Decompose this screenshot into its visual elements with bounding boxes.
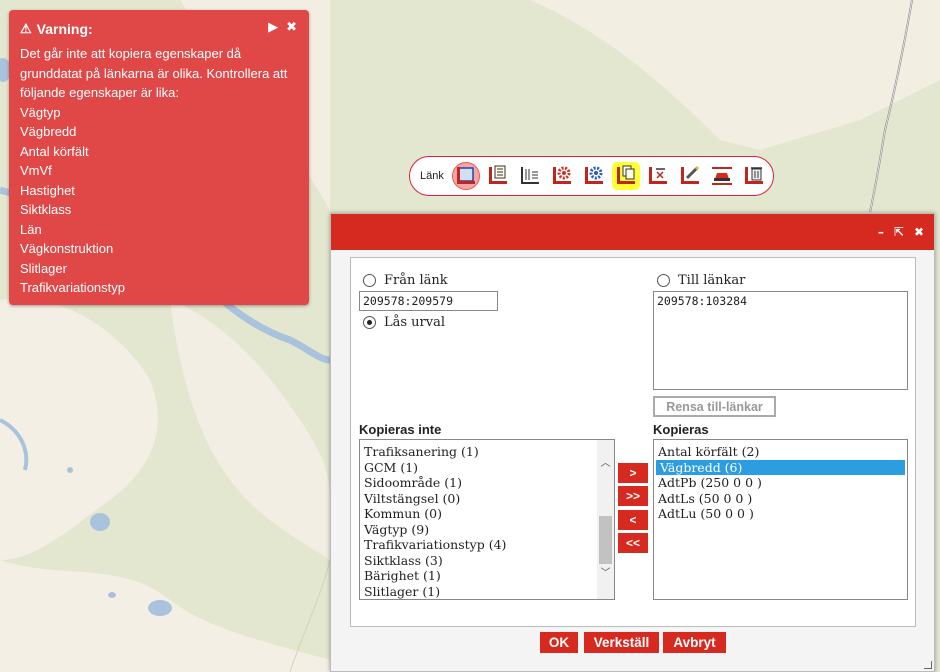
warning-popup: ⚠ Varning: ▶ ✖ Det går inte att kopiera … [9, 10, 309, 305]
warning-message: Det går inte att kopiera egenskaper då g… [20, 46, 288, 100]
list-item[interactable]: AdtLu (50 0 0 ) [654, 506, 907, 522]
select-link-button[interactable] [451, 162, 480, 190]
warning-header: ⚠ Varning: [20, 20, 298, 38]
warning-list-item: Vägkonstruktion [20, 241, 114, 256]
trash-button[interactable] [740, 162, 768, 190]
list-icon [520, 167, 539, 184]
warning-list-item: Hastighet [20, 182, 75, 198]
from-link-label: Från länk [384, 273, 448, 288]
scroll-thumb[interactable] [599, 516, 612, 564]
toolbar-label: Länk [420, 170, 444, 182]
list-item[interactable]: Vägtyp (9) [360, 522, 614, 538]
edit-link-button[interactable] [676, 162, 704, 190]
copy-icon [616, 165, 635, 184]
to-links-textarea[interactable]: 209578:103284 [653, 291, 908, 390]
list-item[interactable]: Slitlager (1) [360, 584, 614, 600]
not-copied-list[interactable]: Trafiksanering (1) GCM (1) Sidoområde (1… [359, 439, 615, 600]
pencil-icon [680, 165, 699, 184]
vehicle-button[interactable] [708, 162, 736, 190]
delete-properties-button[interactable] [644, 162, 672, 190]
dialog-titlebar[interactable]: – ⇱ ✖ [331, 214, 934, 250]
remove-icon [648, 167, 667, 184]
warning-list-item: Vägtyp [20, 104, 61, 120]
warning-list-item: Siktklass [20, 202, 72, 217]
not-copied-title: Kopieras inte [359, 422, 442, 437]
dialog-body: Från länk 209578:209579 Lås urval Till l… [350, 257, 916, 627]
copied-title: Kopieras [653, 422, 709, 437]
link-settings-blue-button[interactable] [580, 162, 608, 190]
resize-handle[interactable] [924, 661, 932, 669]
list-item[interactable]: Antal körfält (2) [654, 444, 907, 460]
list-item[interactable]: AdtPb (250 0 0 ) [654, 475, 907, 491]
copy-properties-dialog: – ⇱ ✖ Från länk 209578:209579 Lås urval … [330, 213, 935, 672]
list-item[interactable]: Kommun (0) [360, 506, 614, 522]
copy-properties-button[interactable] [611, 162, 640, 190]
scroll-down-icon[interactable]: ﹀ [600, 568, 611, 579]
car-icon [711, 167, 732, 185]
select-link-icon [456, 167, 475, 184]
to-links-label: Till länkar [678, 273, 746, 288]
link-list-button[interactable] [516, 162, 544, 190]
warning-list-item: VmVf [20, 163, 52, 178]
apply-button[interactable]: Verkställ [584, 632, 659, 653]
move-left-button[interactable]: < [618, 510, 648, 530]
gear-icon [552, 166, 571, 184]
list-item[interactable]: AdtLs (50 0 0 ) [654, 491, 907, 507]
play-icon[interactable]: ▶ [268, 19, 278, 35]
minimize-icon[interactable]: – [878, 225, 884, 239]
lock-selection-label: Lås urval [384, 315, 446, 330]
lock-selection-radio[interactable] [363, 316, 376, 329]
close-icon[interactable]: ✖ [914, 225, 924, 239]
list-item[interactable]: GCM (1) [360, 460, 614, 476]
list-item[interactable]: Trafikvariationstyp (4) [360, 537, 614, 553]
list-item[interactable]: Bärighet (1) [360, 568, 614, 584]
move-right-button[interactable]: > [618, 463, 648, 483]
list-item[interactable]: Sidoområde (1) [360, 475, 614, 491]
warning-list-item: Vägbredd [20, 124, 77, 139]
link-toolbar: Länk [409, 156, 774, 196]
warning-list-item: Slitlager [20, 260, 67, 276]
lock-selection-option[interactable]: Lås urval [363, 315, 445, 330]
document-icon [488, 165, 507, 184]
from-link-option[interactable]: Från länk [363, 273, 448, 288]
list-item[interactable]: Siktklass (3) [360, 553, 614, 569]
warning-list-item: Trafikvariationstyp [20, 280, 125, 295]
list-item[interactable]: Viltstängsel (0) [360, 491, 614, 507]
warning-list-item: Antal körfält [20, 143, 89, 159]
scroll-up-icon[interactable]: ︿ [600, 458, 611, 469]
warning-list: Vägtyp Vägbredd Antal körfält VmVf Hasti… [20, 103, 298, 298]
to-links-radio[interactable] [657, 274, 670, 287]
copied-list[interactable]: Antal körfält (2) Vägbredd (6) AdtPb (25… [653, 439, 908, 600]
warning-list-item: Län [20, 221, 42, 237]
to-links-option[interactable]: Till länkar [657, 273, 745, 288]
ok-button[interactable]: OK [540, 632, 578, 653]
clear-to-links-button[interactable]: Rensa till-länkar [653, 396, 776, 417]
move-all-right-button[interactable]: >> [618, 486, 648, 506]
warning-title: Varning: [36, 21, 93, 37]
close-icon[interactable]: ✖ [286, 19, 297, 35]
gear-blue-icon [584, 166, 603, 184]
link-settings-red-button[interactable] [548, 162, 576, 190]
link-properties-button[interactable] [484, 162, 512, 190]
warning-triangle-icon: ⚠ [20, 21, 32, 36]
trash-icon [744, 167, 763, 184]
list-item-selected[interactable]: Vägbredd (6) [656, 459, 905, 475]
list-item[interactable]: Trafiksanering (1) [360, 444, 614, 460]
from-link-input[interactable]: 209578:209579 [359, 291, 498, 311]
move-all-left-button[interactable]: << [618, 533, 648, 553]
from-link-radio[interactable] [363, 274, 376, 287]
scrollbar[interactable]: ︿ ﹀ [597, 440, 614, 599]
cancel-button[interactable]: Avbryt [663, 632, 726, 653]
popout-icon[interactable]: ⇱ [894, 225, 904, 239]
